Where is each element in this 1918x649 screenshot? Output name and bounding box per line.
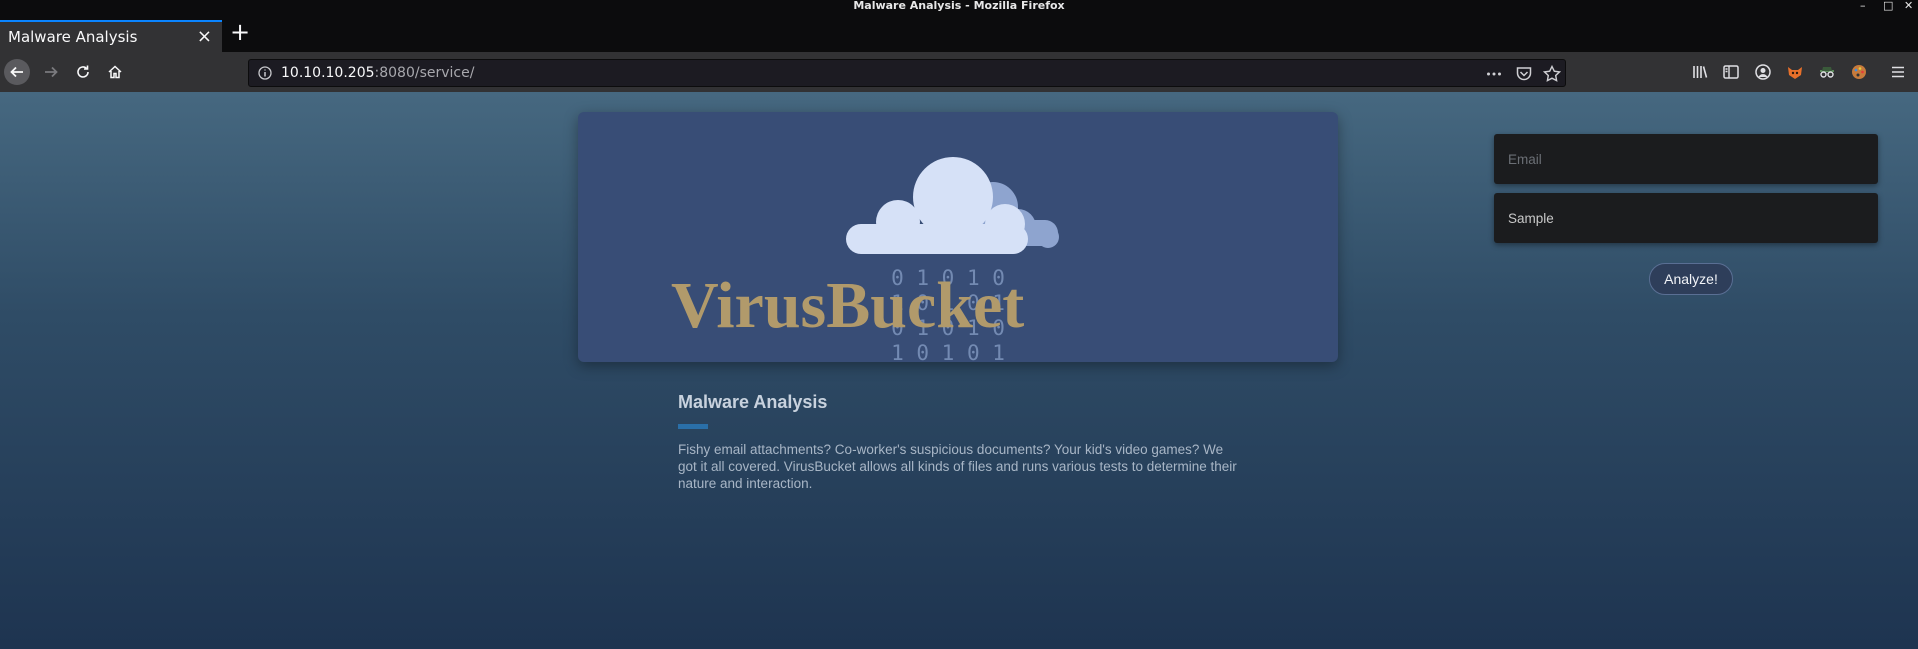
navigation-toolbar: 10.10.10.205:8080/service/ <box>0 52 1918 92</box>
url-host: 10.10.10.205 <box>281 65 375 81</box>
sample-label: Sample <box>1508 210 1554 226</box>
new-tab-button[interactable]: + <box>228 20 252 45</box>
close-window-button[interactable]: ✕ <box>1904 0 1913 12</box>
maximize-button[interactable]: □ <box>1883 0 1893 12</box>
back-button[interactable] <box>4 59 30 85</box>
sample-file-field[interactable]: Sample <box>1494 193 1878 243</box>
window-titlebar: Malware Analysis - Mozilla Firefox – □ ✕ <box>0 0 1918 15</box>
virusbucket-logo: 0 1 0 1 0 1 0 1 0 1 0 1 0 1 0 1 0 1 0 1 … <box>671 157 1059 362</box>
section-divider <box>678 424 708 429</box>
reload-button[interactable] <box>70 59 96 85</box>
url-bar[interactable]: 10.10.10.205:8080/service/ <box>248 59 1566 87</box>
window-title: Malware Analysis - Mozilla Firefox <box>853 0 1065 12</box>
menu-icon <box>1892 66 1904 78</box>
extension-spy-button[interactable] <box>1817 62 1837 82</box>
forward-button[interactable] <box>38 59 64 85</box>
extension-foxyproxy-icon <box>1788 67 1802 79</box>
page-content: 0 1 0 1 0 1 0 1 0 1 0 1 0 1 0 1 0 1 0 1 … <box>0 92 1918 649</box>
page-actions-icon[interactable] <box>1485 65 1503 83</box>
section-title: Malware Analysis <box>678 392 828 412</box>
email-field[interactable]: Email <box>1494 134 1878 184</box>
tab-strip: Malware Analysis × + <box>0 15 1918 52</box>
url-text[interactable]: 10.10.10.205:8080/service/ <box>281 65 474 81</box>
back-arrow-icon <box>10 66 23 78</box>
minimize-button[interactable]: – <box>1860 0 1866 12</box>
library-button[interactable] <box>1690 62 1710 82</box>
reload-icon <box>77 65 89 78</box>
bookmark-star-icon[interactable] <box>1543 65 1561 83</box>
url-path: :8080/service/ <box>374 65 475 81</box>
tab-malware-analysis[interactable]: Malware Analysis × <box>0 20 222 52</box>
sidebar-button[interactable] <box>1721 62 1741 82</box>
forward-arrow-icon <box>45 66 58 78</box>
extension-foxyproxy-button[interactable] <box>1785 62 1805 82</box>
home-icon <box>108 65 122 79</box>
account-button[interactable] <box>1753 62 1773 82</box>
email-placeholder: Email <box>1508 151 1542 167</box>
extension-spy-icon <box>1820 67 1834 78</box>
menu-button[interactable] <box>1888 62 1908 82</box>
extension-palette-icon <box>1852 65 1866 79</box>
account-icon <box>1755 64 1771 80</box>
analyze-button[interactable]: Analyze! <box>1649 263 1733 295</box>
extension-palette-button[interactable] <box>1849 62 1869 82</box>
library-icon <box>1693 66 1708 78</box>
pocket-icon[interactable] <box>1515 65 1533 83</box>
home-button[interactable] <box>102 59 128 85</box>
section-description: Fishy email attachments? Co-worker's sus… <box>678 442 1237 491</box>
site-info-icon[interactable] <box>257 65 273 81</box>
sidebar-icon <box>1723 65 1739 79</box>
binary-row-4: 1 0 1 0 1 <box>891 341 1005 362</box>
tab-label: Malware Analysis <box>8 28 138 46</box>
cloud-front-icon <box>846 157 1028 254</box>
brand-name: VirusBucket <box>671 269 1024 342</box>
tab-close-button[interactable]: × <box>197 26 212 47</box>
hero-banner: 0 1 0 1 0 1 0 1 0 1 0 1 0 1 0 1 0 1 0 1 … <box>578 112 1338 362</box>
